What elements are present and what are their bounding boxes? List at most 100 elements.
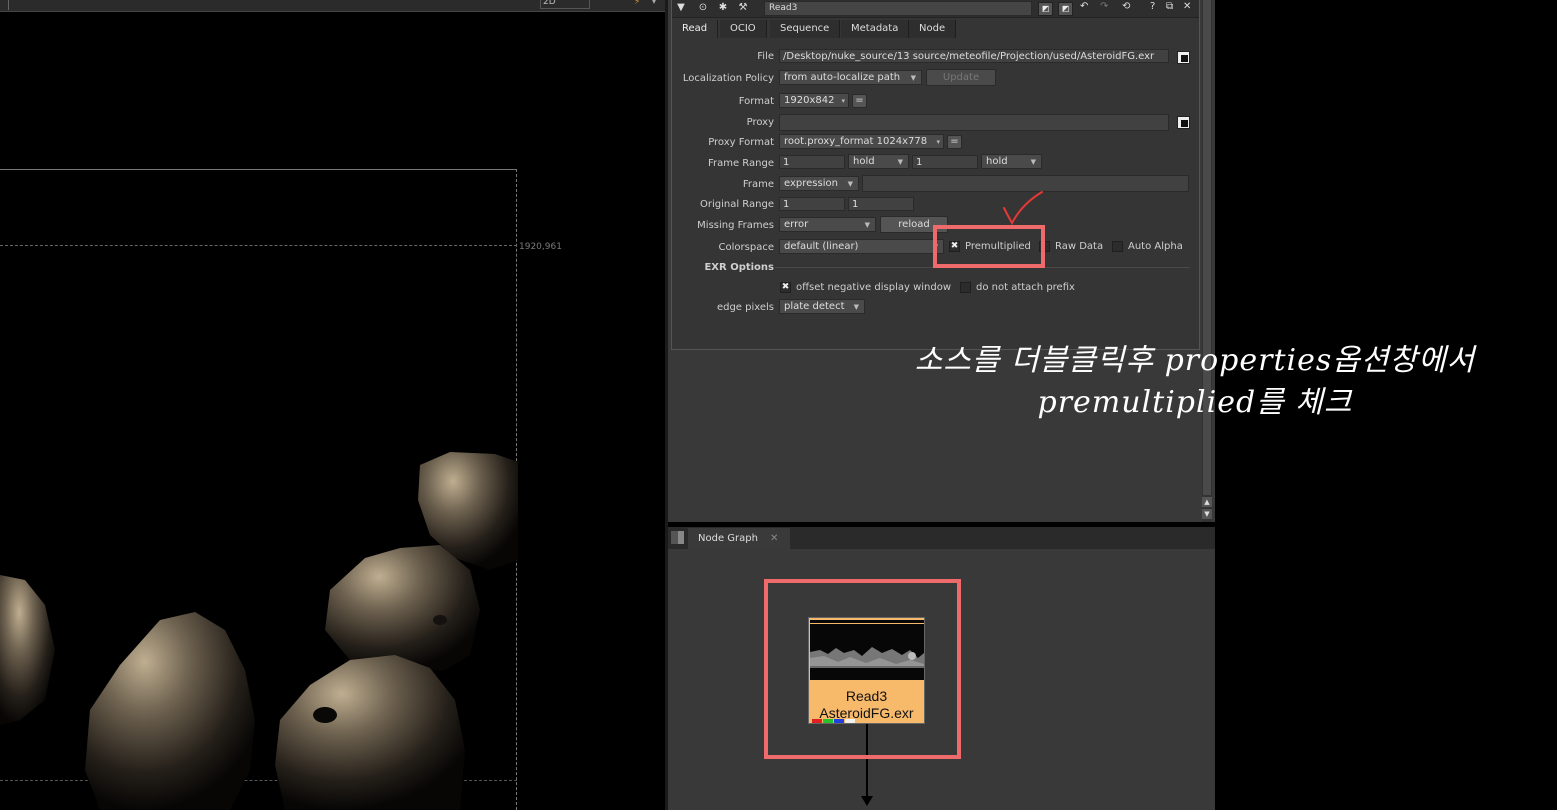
chevron-down-icon: ▼ [910, 74, 916, 82]
annotation-line-2: premultiplied를 체크 [1037, 385, 1353, 420]
tab-ocio[interactable]: OCIO [720, 20, 767, 38]
close-icon[interactable]: ✕ [770, 533, 778, 544]
tab-node-graph[interactable]: Node Graph ✕ [688, 528, 790, 549]
frame-range-label: Frame Range [707, 158, 774, 169]
folder-icon[interactable] [1177, 51, 1190, 64]
annotation-text: 소스를 더블클릭후 properties옵션창에서 premultiplied를… [895, 340, 1495, 424]
proxy-format-label: Proxy Format [708, 137, 774, 148]
original-range-label: Original Range [699, 199, 774, 210]
gl-color-button[interactable]: ◩ [1058, 2, 1073, 16]
original-range-end[interactable]: 1 [848, 197, 914, 211]
pipe-arrow-icon [861, 796, 873, 806]
bug-icon[interactable]: ✱ [716, 1, 730, 15]
frame-mode-value: expression [784, 178, 838, 189]
localization-policy-dropdown[interactable]: from auto-localize path ▼ [779, 70, 922, 85]
edge-pixels-value: plate detect [784, 301, 845, 312]
auto-alpha-checkbox[interactable] [1112, 241, 1123, 252]
read-properties-panel: ▼ ⊙ ✱ ⚒ Read3 ◩ ◩ ↶ ↷ ⟲ ? ⧉ ✕ Read OCIO … [671, 0, 1200, 350]
edge-pixels-dropdown[interactable]: plate detect ▼ [779, 299, 865, 314]
view-mode-label: 2D [543, 0, 556, 7]
frame-range-end[interactable]: 1 [912, 155, 978, 169]
missing-frames-value: error [784, 219, 809, 230]
frame-range-start[interactable]: 1 [779, 155, 845, 169]
colorspace-value: default (linear) [784, 241, 859, 252]
localization-policy-value: from auto-localize path [784, 72, 901, 83]
properties-scrollbar[interactable]: ▲ ▼ [1202, 0, 1212, 522]
chevron-down-icon: ▼ [897, 158, 903, 166]
collapse-icon[interactable]: ▼ [674, 1, 688, 15]
frame-mode-dropdown[interactable]: expression ▼ [779, 176, 859, 191]
premultiplied-highlight [933, 225, 1045, 268]
format-coord-readout: 1920,961 [519, 242, 562, 252]
annotation-line-1: 소스를 더블클릭후 properties옵션창에서 [914, 343, 1476, 378]
exr-options-heading: EXR Options [704, 262, 774, 273]
color-swatch-button[interactable]: ◩ [1038, 2, 1053, 16]
before-value: hold [853, 156, 875, 167]
proxy-format-dropdown[interactable]: root.proxy_format 1024x778 ▾ [779, 134, 944, 149]
redo-icon[interactable]: ↷ [1100, 1, 1108, 12]
checkmark-icon [1003, 191, 1043, 226]
revert-icon[interactable]: ⟲ [1122, 1, 1130, 12]
before-dropdown[interactable]: hold ▼ [848, 154, 909, 169]
node-name-field[interactable]: Read3 [764, 1, 1032, 16]
chevron-down-icon: ▼ [847, 180, 853, 188]
raw-data-label: Raw Data [1055, 241, 1104, 252]
update-button[interactable]: Update [926, 69, 996, 86]
read-node-highlight [764, 579, 961, 759]
toolbar-divider [8, 0, 9, 10]
chevron-down-icon: ▾ [841, 97, 845, 105]
scroll-down-icon[interactable]: ▼ [1202, 509, 1212, 519]
format-dropdown[interactable]: 1920x842 ▾ [779, 93, 849, 108]
help-icon[interactable]: ? [1150, 1, 1155, 12]
viewer-node-icon[interactable]: ⊙ [696, 1, 710, 15]
format-value: 1920x842 [784, 95, 835, 106]
chevron-down-icon: ▼ [1030, 158, 1036, 166]
viewer-panel[interactable]: 2D ⚡ ▾ 1920,961 [0, 0, 665, 810]
chevron-down-icon: ▾ [936, 138, 940, 146]
no-prefix-label: do not attach prefix [976, 282, 1075, 293]
float-icon[interactable]: ⧉ [1166, 1, 1173, 12]
auto-alpha-label: Auto Alpha [1128, 241, 1183, 252]
undo-icon[interactable]: ↶ [1080, 1, 1088, 12]
edge-pixels-label: edge pixels [716, 302, 774, 313]
flash-icon[interactable]: ⚡ [634, 0, 640, 7]
missing-frames-label: Missing Frames [697, 220, 774, 231]
colorspace-dropdown[interactable]: default (linear) ▼ [779, 239, 944, 254]
tab-sequence[interactable]: Sequence [770, 20, 841, 38]
tab-metadata[interactable]: Metadata [841, 20, 910, 38]
chevron-down-icon[interactable]: ▾ [652, 0, 656, 6]
display-window-top [0, 245, 517, 246]
wrench-icon[interactable]: ⚒ [736, 1, 750, 15]
properties-tabs: Read OCIO Sequence Metadata Node [672, 20, 1199, 38]
asteroid-image [0, 452, 518, 810]
colorspace-label: Colorspace [718, 242, 774, 253]
no-prefix-checkbox[interactable] [960, 282, 971, 293]
offset-negative-label: offset negative display window [796, 282, 952, 293]
folder-icon[interactable] [1177, 116, 1190, 129]
properties-toolbar: ▼ ⊙ ✱ ⚒ Read3 ◩ ◩ ↶ ↷ ⟲ ? ⧉ ✕ [672, 0, 1199, 18]
tab-read[interactable]: Read [672, 20, 719, 38]
original-range-start[interactable]: 1 [779, 197, 845, 211]
chevron-down-icon: ▼ [864, 221, 870, 229]
node-graph-tab-label: Node Graph [698, 533, 758, 544]
after-dropdown[interactable]: hold ▼ [981, 154, 1042, 169]
file-path-field[interactable]: /Desktop/nuke_source/13 source/meteofile… [779, 49, 1169, 63]
offset-negative-checkbox[interactable]: ✖ [780, 282, 791, 293]
format-edit-button[interactable]: = [852, 94, 867, 108]
format-label: Format [738, 96, 774, 107]
panel-menu-icon[interactable] [671, 531, 684, 544]
proxy-format-value: root.proxy_format 1024x778 [784, 136, 928, 147]
proxy-path-field[interactable] [779, 114, 1169, 131]
tab-node[interactable]: Node [909, 20, 957, 38]
frame-label: Frame [742, 179, 774, 190]
close-icon[interactable]: ✕ [1183, 1, 1191, 12]
proxy-format-edit-button[interactable]: = [947, 135, 962, 149]
missing-frames-dropdown[interactable]: error ▼ [779, 217, 876, 232]
node-graph-tabbar: Node Graph ✕ [668, 527, 1215, 549]
viewer-toolbar: 2D ⚡ ▾ [0, 0, 665, 12]
file-label: File [757, 51, 774, 62]
chevron-down-icon: ▼ [853, 303, 859, 311]
proxy-label: Proxy [746, 117, 774, 128]
after-value: hold [986, 156, 1008, 167]
scroll-up-icon[interactable]: ▲ [1202, 497, 1212, 507]
